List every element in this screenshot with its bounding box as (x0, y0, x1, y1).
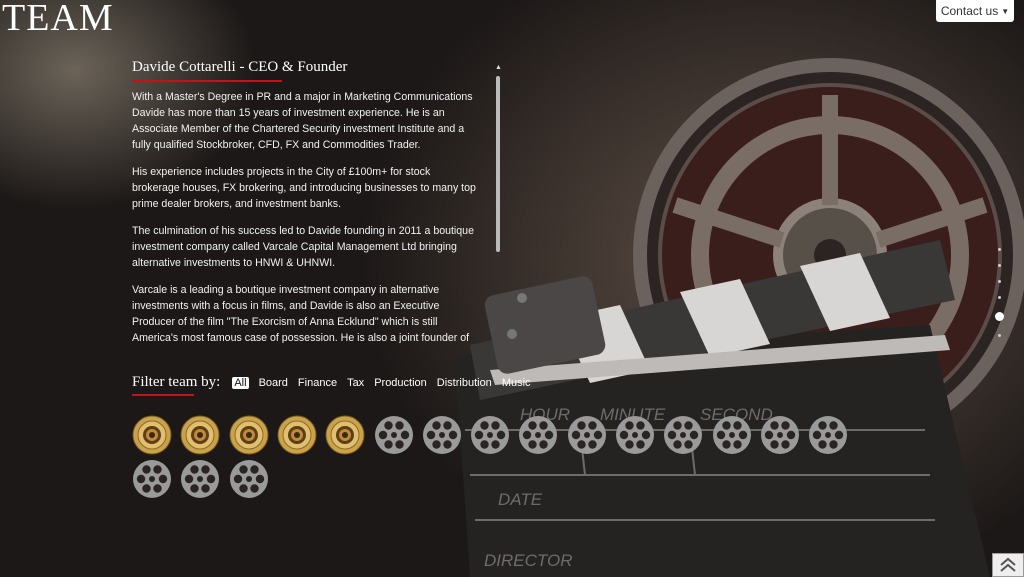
clapper-date-text: DATE (498, 490, 543, 509)
grey-reel-icon (229, 460, 268, 498)
team-member-reel[interactable] (325, 415, 365, 455)
grey-reel-icon (471, 416, 510, 454)
clapper-director-text: DIRECTOR (484, 551, 572, 570)
team-member-reel[interactable] (760, 415, 800, 455)
clapperboard-illustration: HOUR MINUTE SECOND DATE DIRECTOR (455, 240, 990, 577)
grey-reel-icon (616, 416, 654, 454)
team-member-reel[interactable] (567, 415, 607, 455)
pagination-dot[interactable] (998, 280, 1001, 283)
team-member-reel[interactable] (663, 415, 703, 455)
gold-reel-icon (132, 415, 172, 455)
grey-reel-icon (519, 416, 558, 454)
gold-reel-icon (325, 415, 365, 455)
team-filter: Filter team by: All Board Finance Tax Pr… (132, 374, 531, 396)
scrollbar-thumb[interactable] (496, 76, 500, 252)
team-member-reel[interactable] (132, 415, 172, 455)
team-member-reel[interactable] (132, 459, 172, 499)
team-member-reel[interactable] (615, 415, 655, 455)
grey-reel-icon (809, 416, 848, 454)
grey-reel-icon (760, 416, 799, 454)
back-to-top-button[interactable] (992, 553, 1024, 577)
double-chevron-up-icon (1000, 557, 1016, 572)
team-member-reel[interactable] (180, 415, 220, 455)
filter-label: Filter team by: (132, 374, 221, 396)
team-member-reel[interactable] (374, 415, 414, 455)
grey-reel-icon (133, 460, 171, 498)
member-name-heading: Davide Cottarelli - CEO & Founder (132, 59, 347, 82)
team-member-reel[interactable] (229, 415, 269, 455)
team-member-reel[interactable] (470, 415, 510, 455)
bio-paragraph: Varcale is a leading a boutique investme… (132, 284, 470, 343)
team-member-reel[interactable] (518, 415, 558, 455)
grey-reel-icon (567, 416, 606, 454)
filter-option-distribution[interactable]: Distribution (437, 377, 492, 389)
filter-option-music[interactable]: Music (502, 377, 531, 389)
filter-option-finance[interactable]: Finance (298, 377, 337, 389)
pagination-dot[interactable] (998, 264, 1001, 267)
gold-reel-icon (277, 415, 317, 455)
gold-reel-icon (229, 415, 269, 455)
bio-paragraph: The culmination of his success led to Da… (132, 225, 474, 269)
gold-reel-icon (180, 415, 220, 455)
grey-reel-icon (664, 416, 703, 454)
filter-option-board[interactable]: Board (259, 377, 288, 389)
team-member-reel[interactable] (229, 459, 269, 499)
bio-panel[interactable]: Davide Cottarelli - CEO & Founder With a… (132, 58, 477, 343)
team-member-reel[interactable] (712, 415, 752, 455)
filter-option-tax[interactable]: Tax (347, 377, 364, 389)
filter-option-production[interactable]: Production (374, 377, 427, 389)
contact-us-button[interactable]: Contact us ▼ (936, 0, 1014, 22)
bio-paragraph: With a Master's Degree in PR and a major… (132, 91, 473, 151)
bio-paragraph: His experience includes projects in the … (132, 166, 476, 210)
scroll-up-icon[interactable]: ▲ (495, 64, 502, 72)
filter-option-all[interactable]: All (232, 377, 249, 389)
grey-reel-icon (712, 416, 751, 454)
grey-reel-icon (181, 460, 220, 498)
grey-reel-icon (422, 416, 461, 454)
contact-us-label: Contact us (940, 4, 999, 18)
team-member-reel[interactable] (808, 415, 848, 455)
team-member-reel[interactable] (180, 459, 220, 499)
section-pagination (995, 248, 1004, 337)
bio-scrollbar[interactable]: ▲ (495, 64, 502, 254)
page-title: TEAM (2, 0, 114, 39)
caret-down-icon: ▼ (1001, 6, 1010, 16)
team-member-reel[interactable] (277, 415, 317, 455)
grey-reel-icon (374, 416, 413, 454)
team-member-reel[interactable] (422, 415, 462, 455)
pagination-dot[interactable] (998, 296, 1001, 299)
pagination-dot[interactable] (998, 334, 1001, 337)
pagination-dot[interactable] (995, 312, 1004, 321)
pagination-dot[interactable] (998, 248, 1001, 251)
